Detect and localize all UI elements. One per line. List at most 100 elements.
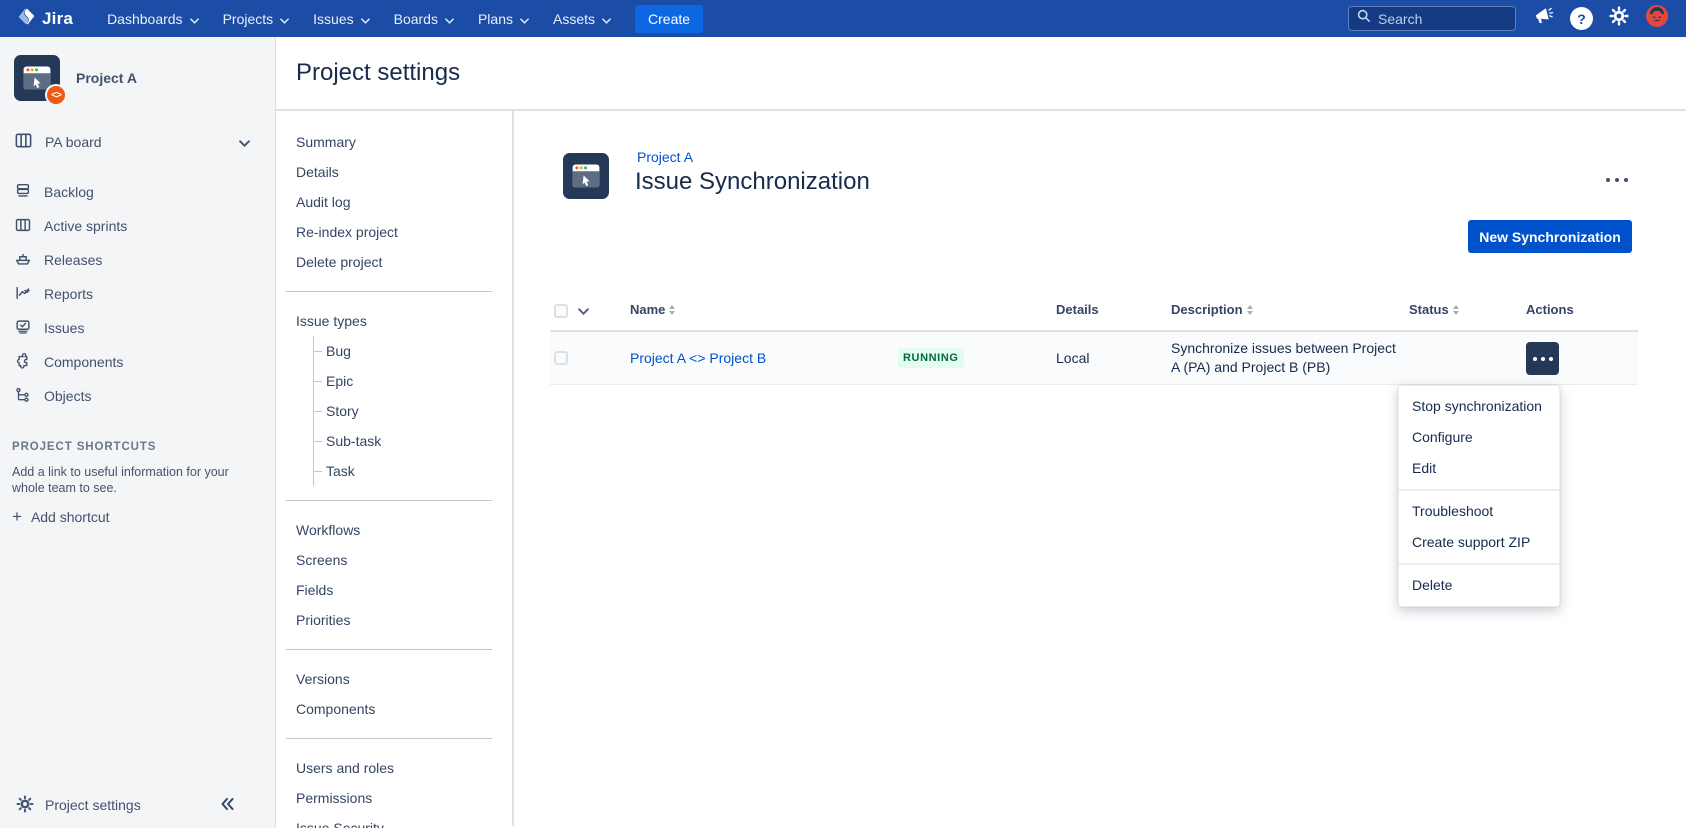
issue-types-tree: Bug Epic Story Sub-task Task bbox=[313, 336, 512, 486]
chevron-down-icon bbox=[361, 11, 370, 27]
settings-nav-reindex-project[interactable]: Re-index project bbox=[296, 217, 512, 247]
settings-nav-screens[interactable]: Screens bbox=[296, 545, 512, 575]
top-navigation: Jira Dashboards Projects Issues Boards P… bbox=[0, 0, 1686, 37]
page-more-actions-button[interactable] bbox=[1594, 167, 1640, 193]
menu-item-stop-synchronization[interactable]: Stop synchronization bbox=[1399, 391, 1559, 422]
new-synchronization-button[interactable]: New Synchronization bbox=[1468, 220, 1632, 253]
user-avatar[interactable] bbox=[1645, 4, 1669, 33]
plus-icon: + bbox=[12, 510, 22, 524]
sidebar-item-active-sprints[interactable]: Active sprints bbox=[0, 209, 276, 243]
settings-nav-issue-type-task[interactable]: Task bbox=[314, 456, 512, 486]
jira-logo[interactable]: Jira bbox=[16, 6, 95, 32]
sidebar-item-releases[interactable]: Releases bbox=[0, 243, 276, 277]
gear-icon[interactable] bbox=[1609, 6, 1629, 31]
chevron-down-icon bbox=[190, 11, 199, 27]
feedback-megaphone-icon[interactable] bbox=[1532, 6, 1554, 31]
board-label: PA board bbox=[45, 134, 102, 150]
project-shortcuts-description: Add a link to useful information for you… bbox=[12, 464, 244, 496]
sidebar-item-backlog[interactable]: Backlog bbox=[0, 175, 276, 209]
nav-menu-assets[interactable]: Assets bbox=[541, 0, 623, 37]
chevron-down-icon bbox=[520, 11, 529, 27]
settings-nav-fields[interactable]: Fields bbox=[296, 575, 512, 605]
nav-menu-plans[interactable]: Plans bbox=[466, 0, 541, 37]
settings-nav-issue-security[interactable]: Issue Security bbox=[296, 813, 512, 828]
settings-nav-details[interactable]: Details bbox=[296, 157, 512, 187]
content-region: Project settings Summary Details Audit l… bbox=[276, 37, 1686, 828]
settings-nav-issue-types[interactable]: Issue types bbox=[296, 306, 512, 336]
sidebar-item-issues[interactable]: Issues bbox=[0, 311, 276, 345]
settings-nav-issue-type-bug[interactable]: Bug bbox=[314, 336, 512, 366]
sync-description: Synchronize issues between Project A (PA… bbox=[1171, 339, 1407, 377]
nav-menu-boards[interactable]: Boards bbox=[382, 0, 466, 37]
nav-menu-dashboards[interactable]: Dashboards bbox=[95, 0, 211, 37]
project-shortcuts-heading: PROJECT SHORTCUTS bbox=[12, 441, 156, 453]
menu-item-configure[interactable]: Configure bbox=[1399, 422, 1559, 453]
chevron-down-icon bbox=[445, 11, 454, 27]
project-avatar: <> bbox=[14, 55, 60, 101]
settings-nav-summary[interactable]: Summary bbox=[296, 127, 512, 157]
settings-nav-permissions[interactable]: Permissions bbox=[296, 783, 512, 813]
menu-item-troubleshoot[interactable]: Troubleshoot bbox=[1399, 496, 1559, 527]
backlog-icon bbox=[14, 182, 32, 203]
search-box[interactable] bbox=[1348, 6, 1516, 31]
select-all-checkbox[interactable] bbox=[554, 304, 568, 318]
settings-page-title: Project settings bbox=[296, 59, 460, 87]
top-nav-left: Jira Dashboards Projects Issues Boards P… bbox=[0, 0, 703, 37]
sync-name-link[interactable]: Project A <> Project B bbox=[630, 350, 766, 366]
settings-nav-issue-type-story[interactable]: Story bbox=[314, 396, 512, 426]
help-icon[interactable]: ? bbox=[1570, 7, 1593, 30]
sidebar-item-project-settings[interactable]: Project settings bbox=[0, 786, 276, 824]
column-header-status[interactable]: Status bbox=[1409, 302, 1459, 317]
main-content: Project A Issue Synchronization New Sync… bbox=[514, 111, 1686, 826]
sync-details: Local bbox=[1056, 350, 1089, 366]
project-header: <> Project A bbox=[14, 55, 137, 101]
chevron-down-icon[interactable] bbox=[239, 134, 250, 150]
create-button[interactable]: Create bbox=[635, 5, 703, 33]
top-nav-right: ? bbox=[1348, 4, 1686, 33]
nav-menu-issues[interactable]: Issues bbox=[301, 0, 381, 37]
breadcrumb-project-link[interactable]: Project A bbox=[637, 149, 693, 165]
project-avatar bbox=[563, 153, 609, 199]
settings-sidebar: Summary Details Audit log Re-index proje… bbox=[276, 111, 514, 826]
ship-icon bbox=[14, 250, 32, 271]
sidebar-item-objects[interactable]: Objects bbox=[0, 379, 276, 413]
column-header-description[interactable]: Description bbox=[1171, 302, 1253, 317]
settings-nav-issue-type-epic[interactable]: Epic bbox=[314, 366, 512, 396]
sidebar-item-pa-board[interactable]: PA board bbox=[0, 125, 276, 159]
settings-nav-components[interactable]: Components bbox=[296, 694, 512, 724]
project-settings-label: Project settings bbox=[45, 797, 141, 813]
settings-nav-workflows[interactable]: Workflows bbox=[296, 515, 512, 545]
menu-item-edit[interactable]: Edit bbox=[1399, 453, 1559, 484]
menu-item-create-support-zip[interactable]: Create support ZIP bbox=[1399, 527, 1559, 558]
nav-menu-projects[interactable]: Projects bbox=[211, 0, 302, 37]
settings-nav-audit-log[interactable]: Audit log bbox=[296, 187, 512, 217]
row-checkbox[interactable] bbox=[554, 351, 568, 365]
settings-nav-users-and-roles[interactable]: Users and roles bbox=[296, 753, 512, 783]
row-actions-button[interactable] bbox=[1526, 342, 1559, 375]
divider bbox=[286, 500, 492, 501]
sprint-board-icon bbox=[14, 216, 32, 237]
settings-nav-versions[interactable]: Versions bbox=[296, 664, 512, 694]
search-input[interactable] bbox=[1378, 11, 1507, 27]
settings-nav-issue-type-subtask[interactable]: Sub-task bbox=[314, 426, 512, 456]
sync-table-header: Name Details Description Status Actions bbox=[550, 293, 1638, 332]
chart-icon bbox=[14, 284, 32, 305]
chevron-down-icon bbox=[280, 11, 289, 27]
sort-icon bbox=[1247, 305, 1253, 315]
settings-nav-priorities[interactable]: Priorities bbox=[296, 605, 512, 635]
bulk-select-chevron-icon[interactable] bbox=[578, 308, 589, 315]
sidebar-items: Backlog Active sprints Releases Reports … bbox=[0, 175, 276, 413]
page-header: Project settings bbox=[276, 37, 1686, 111]
puzzle-icon bbox=[14, 352, 32, 373]
collapse-sidebar-icon[interactable] bbox=[220, 797, 234, 813]
add-shortcut-button[interactable]: + Add shortcut bbox=[12, 509, 110, 525]
column-header-name[interactable]: Name bbox=[630, 302, 675, 317]
divider bbox=[286, 738, 492, 739]
menu-item-delete[interactable]: Delete bbox=[1399, 570, 1559, 601]
sidebar-item-reports[interactable]: Reports bbox=[0, 277, 276, 311]
column-header-details: Details bbox=[1056, 302, 1099, 317]
code-badge-icon: <> bbox=[45, 84, 67, 106]
settings-nav-delete-project[interactable]: Delete project bbox=[296, 247, 512, 277]
search-icon bbox=[1357, 9, 1371, 28]
sidebar-item-components[interactable]: Components bbox=[0, 345, 276, 379]
